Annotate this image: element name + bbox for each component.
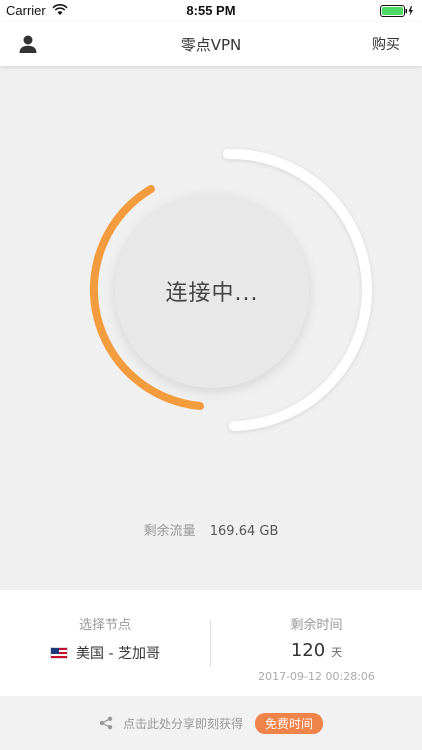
node-value[interactable]: 美国 - 芝加哥 xyxy=(0,643,210,663)
free-time-button[interactable]: 免费时间 xyxy=(255,713,324,734)
clock: 8:55 PM xyxy=(186,3,236,18)
buy-button[interactable]: 购买 xyxy=(372,34,400,54)
connect-button[interactable]: 连接中... xyxy=(115,194,309,388)
remaining-time: 剩余时间 120 天 2017-09-12 00:28:06 xyxy=(211,590,422,696)
node-selector[interactable]: 选择节点 美国 - 芝加哥 xyxy=(0,590,210,696)
share-text[interactable]: 点击此处分享即刻获得 xyxy=(123,717,243,731)
days-number: 120 xyxy=(290,640,326,661)
share-icon[interactable] xyxy=(99,716,113,733)
node-label: 选择节点 xyxy=(78,618,131,633)
expire-date: 2017-09-12 00:28:06 xyxy=(258,670,375,683)
node-name: 美国 - 芝加哥 xyxy=(76,646,160,662)
connection-status: 连接中... xyxy=(165,281,259,306)
days-unit: 天 xyxy=(331,646,343,659)
connection-area: 连接中... 剩余流量 169.64 GB xyxy=(0,66,422,590)
status-bar: Carrier 8:55 PM xyxy=(0,0,422,22)
battery-icon xyxy=(380,5,414,21)
traffic-label: 剩余流量 xyxy=(143,524,196,539)
nav-bar: 零点VPN 购买 xyxy=(0,22,422,66)
remaining-traffic: 剩余流量 169.64 GB xyxy=(0,520,422,539)
us-flag-icon xyxy=(50,647,69,659)
page-title: 零点VPN xyxy=(180,36,242,54)
traffic-value: 169.64 GB xyxy=(209,524,279,539)
time-label: 剩余时间 xyxy=(290,618,343,633)
share-bar: 点击此处分享即刻获得 免费时间 xyxy=(0,696,422,750)
days-remaining: 120 天 xyxy=(211,640,422,661)
info-panel: 选择节点 美国 - 芝加哥 剩余时间 120 天 2017-09-12 00:28… xyxy=(0,590,422,696)
